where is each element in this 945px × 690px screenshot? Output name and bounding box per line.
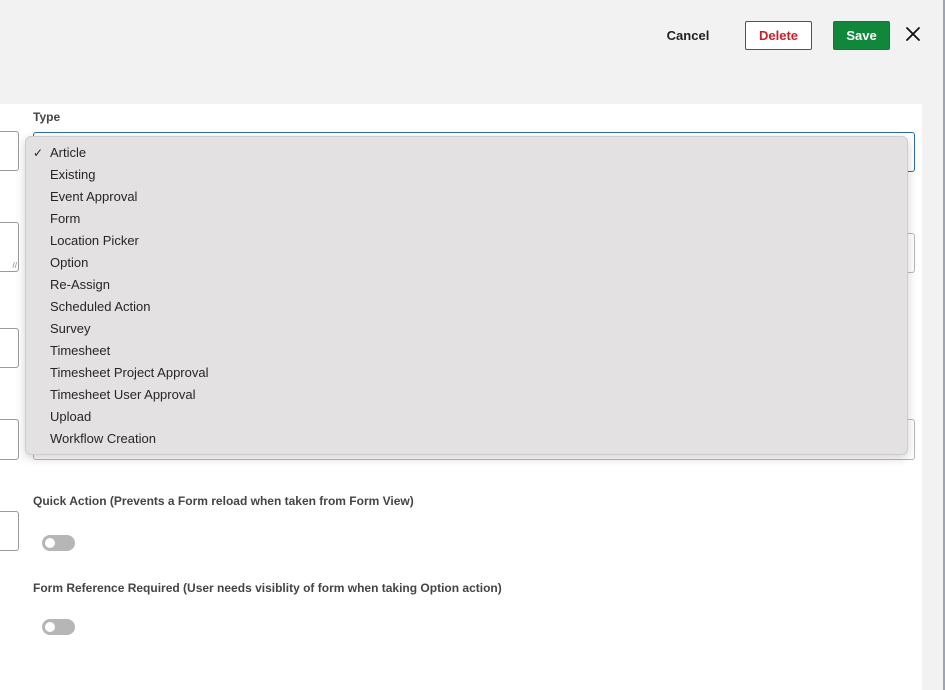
type-option[interactable]: Form [26, 208, 907, 230]
type-option-label: Workflow Creation [50, 431, 156, 446]
type-option-label: Re-Assign [50, 277, 110, 292]
modal-header: Cancel Delete Save [0, 0, 943, 104]
type-option-label: Scheduled Action [50, 299, 151, 314]
type-option[interactable]: Workflow Creation [26, 428, 907, 450]
type-option-label: Event Approval [50, 189, 138, 204]
type-option-label: Timesheet User Approval [50, 387, 196, 402]
type-option[interactable]: Option [26, 252, 907, 274]
type-option-label: Upload [50, 409, 92, 424]
delete-button[interactable]: Delete [745, 21, 812, 50]
left-field-3[interactable] [0, 419, 19, 460]
type-option[interactable]: Timesheet User Approval [26, 384, 907, 406]
form-reference-label: Form Reference Required (User needs visi… [33, 581, 502, 595]
type-option-label: Article [50, 145, 87, 160]
type-option-label: Existing [50, 167, 96, 182]
resize-handle-icon: // [12, 261, 17, 270]
type-option[interactable]: Existing [26, 164, 907, 186]
left-field-2[interactable] [0, 328, 19, 368]
type-option[interactable]: Scheduled Action [26, 296, 907, 318]
cancel-button[interactable]: Cancel [655, 21, 721, 50]
left-field-1[interactable] [0, 131, 19, 171]
type-option-label: Timesheet Project Approval [50, 365, 209, 380]
form-reference-toggle[interactable] [42, 619, 75, 635]
type-option[interactable]: Survey [26, 318, 907, 340]
save-button[interactable]: Save [833, 21, 890, 50]
left-field-4[interactable] [0, 511, 19, 551]
left-textarea[interactable]: // [0, 222, 19, 272]
type-option-label: Option [50, 255, 89, 270]
type-option[interactable]: Upload [26, 406, 907, 428]
checkmark-icon: ✓ [33, 146, 44, 160]
type-option[interactable]: Re-Assign [26, 274, 907, 296]
close-icon[interactable] [903, 24, 923, 44]
type-option[interactable]: Timesheet [26, 340, 907, 362]
toggle-knob [45, 622, 55, 632]
type-option-label: Location Picker [50, 233, 139, 248]
type-option[interactable]: Location Picker [26, 230, 907, 252]
type-option-label: Survey [50, 321, 91, 336]
toggle-knob [45, 538, 55, 548]
quick-action-toggle[interactable] [42, 535, 75, 551]
type-label: Type [33, 110, 61, 124]
quick-action-label: Quick Action (Prevents a Form reload whe… [33, 494, 414, 508]
type-option-label: Timesheet [50, 343, 111, 358]
type-option[interactable]: ✓ Article [26, 142, 907, 164]
type-option[interactable]: Event Approval [26, 186, 907, 208]
type-option-label: Form [50, 211, 81, 226]
type-dropdown-menu: ✓ Article Existing Event Approval Form Locati… [25, 136, 908, 455]
type-option[interactable]: Timesheet Project Approval [26, 362, 907, 384]
